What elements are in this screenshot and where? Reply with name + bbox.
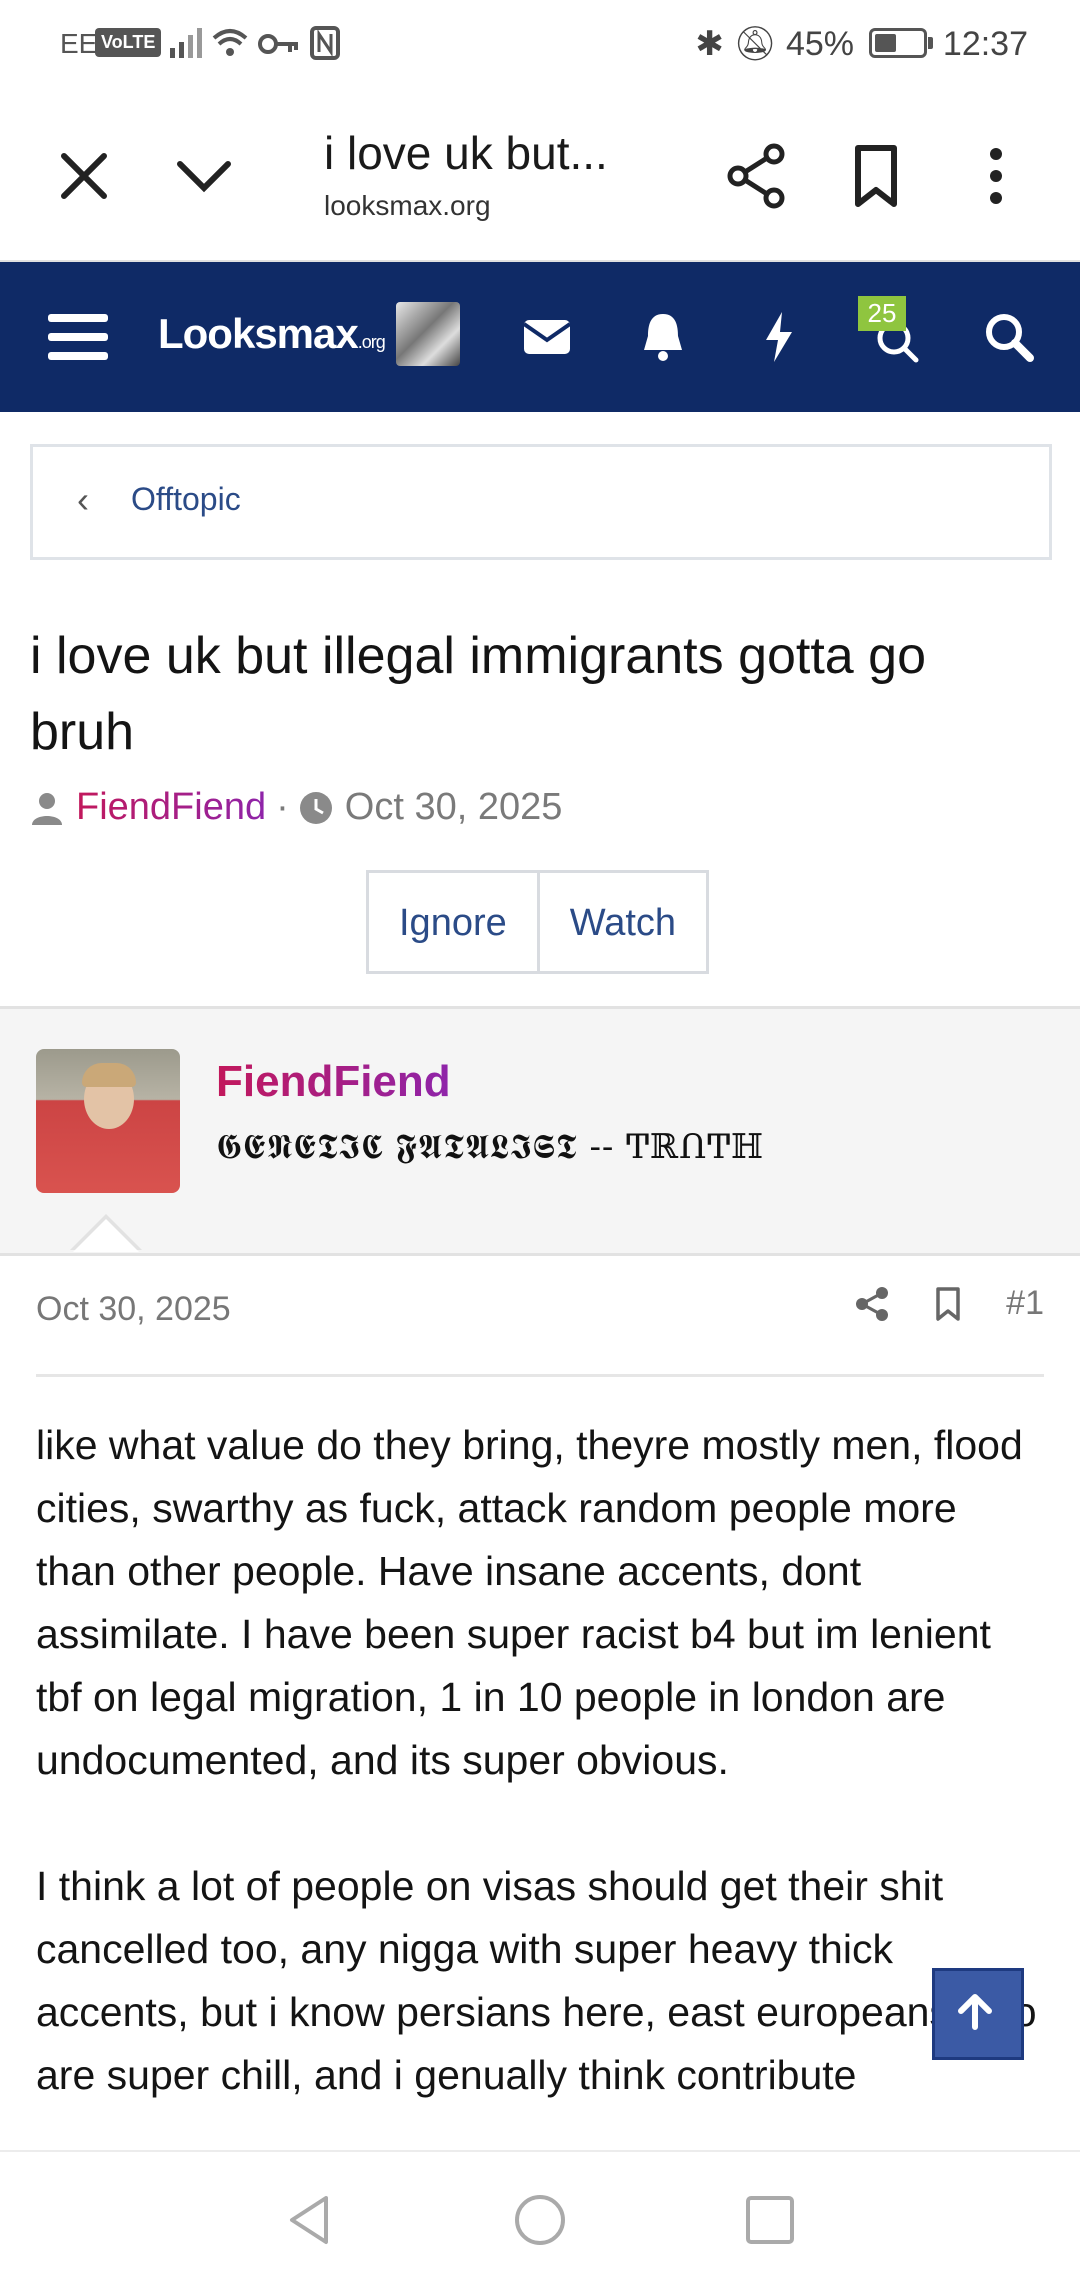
status-bar: EE VoLTE ✱ 🔕︎ 45% 12:37 bbox=[0, 0, 1080, 92]
user-icon bbox=[32, 792, 62, 825]
post-bookmark-icon[interactable] bbox=[930, 1286, 966, 1322]
search-icon[interactable] bbox=[974, 302, 1044, 372]
clock: 12:37 bbox=[942, 25, 1028, 63]
browser-toolbar: i love uk but... looksmax.org bbox=[0, 92, 1080, 262]
chevron-down-icon[interactable] bbox=[168, 140, 240, 212]
breadcrumb-offtopic[interactable]: Offtopic bbox=[131, 481, 241, 518]
nav-user-avatar[interactable] bbox=[396, 302, 460, 366]
volte-badge: VoLTE bbox=[95, 28, 162, 57]
home-circle-icon[interactable] bbox=[510, 2190, 570, 2250]
post-user-block: FiendFiend 𝕲𝕰𝕹𝕰𝕿𝕴𝕮 𝕱𝕬𝕿𝕬𝕷𝕴𝕾𝕿 -- ͲℝՈͲℍ bbox=[0, 1006, 1080, 1256]
page-title[interactable]: i love uk but... bbox=[324, 126, 608, 180]
arrow-up-icon bbox=[958, 1994, 992, 2030]
signal-icon bbox=[170, 26, 340, 60]
site-navbar: Looksmax.org 25 bbox=[0, 262, 1080, 412]
page-url[interactable]: looksmax.org bbox=[324, 190, 491, 222]
watch-button[interactable]: Watch bbox=[539, 870, 710, 974]
battery-percent: 45% bbox=[785, 25, 854, 63]
post-paragraph: like what value do they bring, theyre mo… bbox=[36, 1422, 1023, 1783]
chevron-left-icon: ‹ bbox=[77, 479, 89, 520]
battery-icon bbox=[869, 28, 934, 58]
post-author-name[interactable]: FiendFiend bbox=[216, 1057, 451, 1107]
envelope-icon[interactable] bbox=[512, 302, 582, 372]
post-share-icon[interactable] bbox=[854, 1286, 890, 1322]
thread-meta: FiendFiend · Oct 30, 2025 bbox=[30, 786, 562, 829]
more-menu-icon[interactable] bbox=[960, 140, 1032, 212]
clock-icon bbox=[299, 791, 332, 824]
thread-title: i love uk but illegal immigrants gotta g… bbox=[30, 627, 927, 761]
bluetooth-icon: ✱ bbox=[695, 25, 724, 63]
notification-badge: 25 bbox=[858, 296, 906, 331]
recents-square-icon[interactable] bbox=[740, 2190, 800, 2250]
bolt-icon[interactable] bbox=[744, 302, 814, 372]
post-number[interactable]: #1 bbox=[1006, 1284, 1044, 1323]
carrier-label: EE bbox=[60, 28, 98, 59]
mute-bell-icon: 🔕︎ bbox=[733, 25, 777, 63]
meta-separator: · bbox=[276, 786, 289, 828]
post-divider bbox=[36, 1374, 1044, 1377]
site-logo[interactable]: Looksmax.org bbox=[158, 310, 386, 358]
post-date[interactable]: Oct 30, 2025 bbox=[36, 1290, 231, 1329]
thread-author-link[interactable]: FiendFiend bbox=[76, 786, 266, 829]
scroll-to-top-button[interactable] bbox=[932, 1968, 1024, 2060]
ignore-button[interactable]: Ignore bbox=[366, 870, 540, 974]
post-body: like what value do they bring, theyre mo… bbox=[36, 1414, 1046, 2170]
system-navigation-bar bbox=[0, 2150, 1080, 2282]
post-author-avatar[interactable] bbox=[36, 1049, 180, 1193]
signal-wifi-icons bbox=[168, 22, 368, 71]
bookmark-icon[interactable] bbox=[840, 140, 912, 212]
back-triangle-icon[interactable] bbox=[280, 2190, 340, 2250]
post-actions: #1 bbox=[854, 1284, 1044, 1323]
status-right: ✱ 🔕︎ 45% 12:37 bbox=[695, 24, 1028, 64]
bell-icon[interactable] bbox=[628, 302, 698, 372]
thread-date[interactable]: Oct 30, 2025 bbox=[345, 786, 563, 829]
post-author-title: 𝕲𝕰𝕹𝕰𝕿𝕴𝕮 𝕱𝕬𝕿𝕬𝕷𝕴𝕾𝕿 -- ͲℝՈͲℍ bbox=[216, 1127, 765, 1167]
thread-actions: Ignore Watch bbox=[366, 870, 710, 974]
close-icon[interactable] bbox=[48, 140, 120, 212]
hamburger-menu-icon[interactable] bbox=[44, 302, 114, 372]
breadcrumb[interactable]: ‹ Offtopic bbox=[30, 444, 1052, 560]
post-paragraph: I think a lot of people on visas should … bbox=[36, 1863, 1037, 2098]
share-icon[interactable] bbox=[720, 140, 792, 212]
